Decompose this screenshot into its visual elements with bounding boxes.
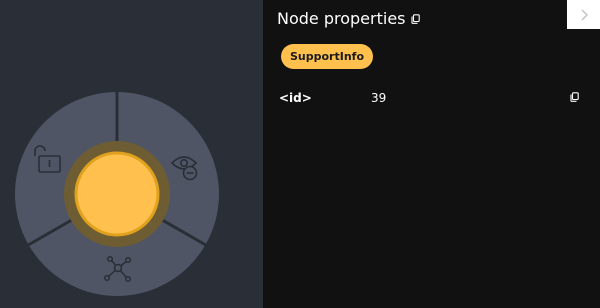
chevron-right-icon xyxy=(580,8,588,21)
property-key: <id> xyxy=(279,91,312,105)
selected-node[interactable] xyxy=(74,151,160,237)
copy-icon[interactable] xyxy=(570,92,579,102)
close-panel-button[interactable] xyxy=(567,0,600,29)
copy-icon[interactable] xyxy=(410,14,420,24)
node-properties-panel: Node properties SupportInfo <id> 39 xyxy=(263,0,600,308)
panel-title: Node properties xyxy=(277,9,406,28)
property-row: <id> 39 xyxy=(279,88,579,108)
radial-context-menu xyxy=(15,88,219,296)
panel-header: Node properties xyxy=(277,9,420,29)
node-label-badge[interactable]: SupportInfo xyxy=(281,44,374,69)
graph-canvas[interactable] xyxy=(0,0,263,308)
property-value: 39 xyxy=(371,91,387,105)
